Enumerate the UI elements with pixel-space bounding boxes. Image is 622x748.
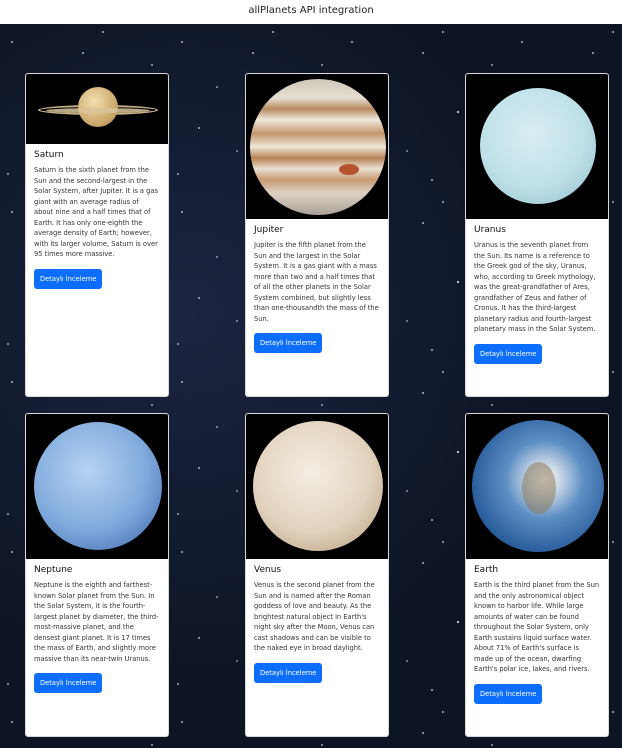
planet-name: Saturn: [34, 150, 64, 160]
starfield-background: Saturn Saturn is the sixth planet from t…: [0, 24, 622, 748]
earth-image: [466, 414, 608, 559]
saturn-globe: [78, 87, 118, 127]
planet-name: Earth: [474, 565, 499, 575]
planet-name: Venus: [254, 565, 282, 575]
details-button[interactable]: Detaylı İnceleme: [474, 683, 543, 704]
details-button[interactable]: Detaylı İnceleme: [34, 268, 103, 289]
planet-card-neptune: Neptune Neptune is the eighth and farthe…: [25, 413, 169, 737]
earth-landmass: [522, 462, 556, 514]
planet-description: Jupiter is the fifth planet from the Sun…: [254, 241, 379, 323]
planet-description: Neptune is the eighth and farthest-known…: [34, 581, 159, 663]
details-button[interactable]: Detaylı İnceleme: [254, 662, 323, 683]
planet-description: Uranus is the seventh planet from the Su…: [474, 241, 596, 333]
page-header: allPlanets API integration: [0, 0, 622, 24]
page-title: allPlanets API integration: [248, 5, 374, 16]
planet-description: Earth is the third planet from the Sun a…: [474, 581, 600, 673]
planet-card-jupiter: Jupiter Jupiter is the fifth planet from…: [245, 73, 389, 397]
planet-name: Neptune: [34, 565, 73, 575]
uranus-image: [466, 74, 608, 219]
uranus-globe: [480, 88, 596, 204]
planet-description: Venus is the second planet from the Sun …: [254, 581, 375, 652]
planet-card-uranus: Uranus Uranus is the seventh planet from…: [465, 73, 609, 397]
planet-description: Saturn is the sixth planet from the Sun …: [34, 166, 158, 258]
saturn-image: [26, 74, 168, 144]
details-button[interactable]: Detaylı İnceleme: [474, 343, 543, 364]
planet-name: Uranus: [474, 225, 506, 235]
planet-card-earth: Earth Earth is the third planet from the…: [465, 413, 609, 737]
neptune-globe: [34, 422, 162, 550]
details-button[interactable]: Detaylı İnceleme: [34, 673, 103, 693]
details-button[interactable]: Detaylı İnceleme: [254, 333, 323, 353]
saturn-rings-front: [46, 108, 150, 113]
neptune-image: [26, 414, 168, 559]
venus-image: [246, 414, 388, 559]
venus-globe: [253, 421, 383, 551]
jupiter-globe: [250, 79, 386, 215]
planet-card-saturn: Saturn Saturn is the sixth planet from t…: [25, 73, 169, 397]
jupiter-image: [246, 74, 388, 219]
planet-card-venus: Venus Venus is the second planet from th…: [245, 413, 389, 737]
planet-name: Jupiter: [254, 225, 284, 235]
great-red-spot: [339, 164, 359, 175]
